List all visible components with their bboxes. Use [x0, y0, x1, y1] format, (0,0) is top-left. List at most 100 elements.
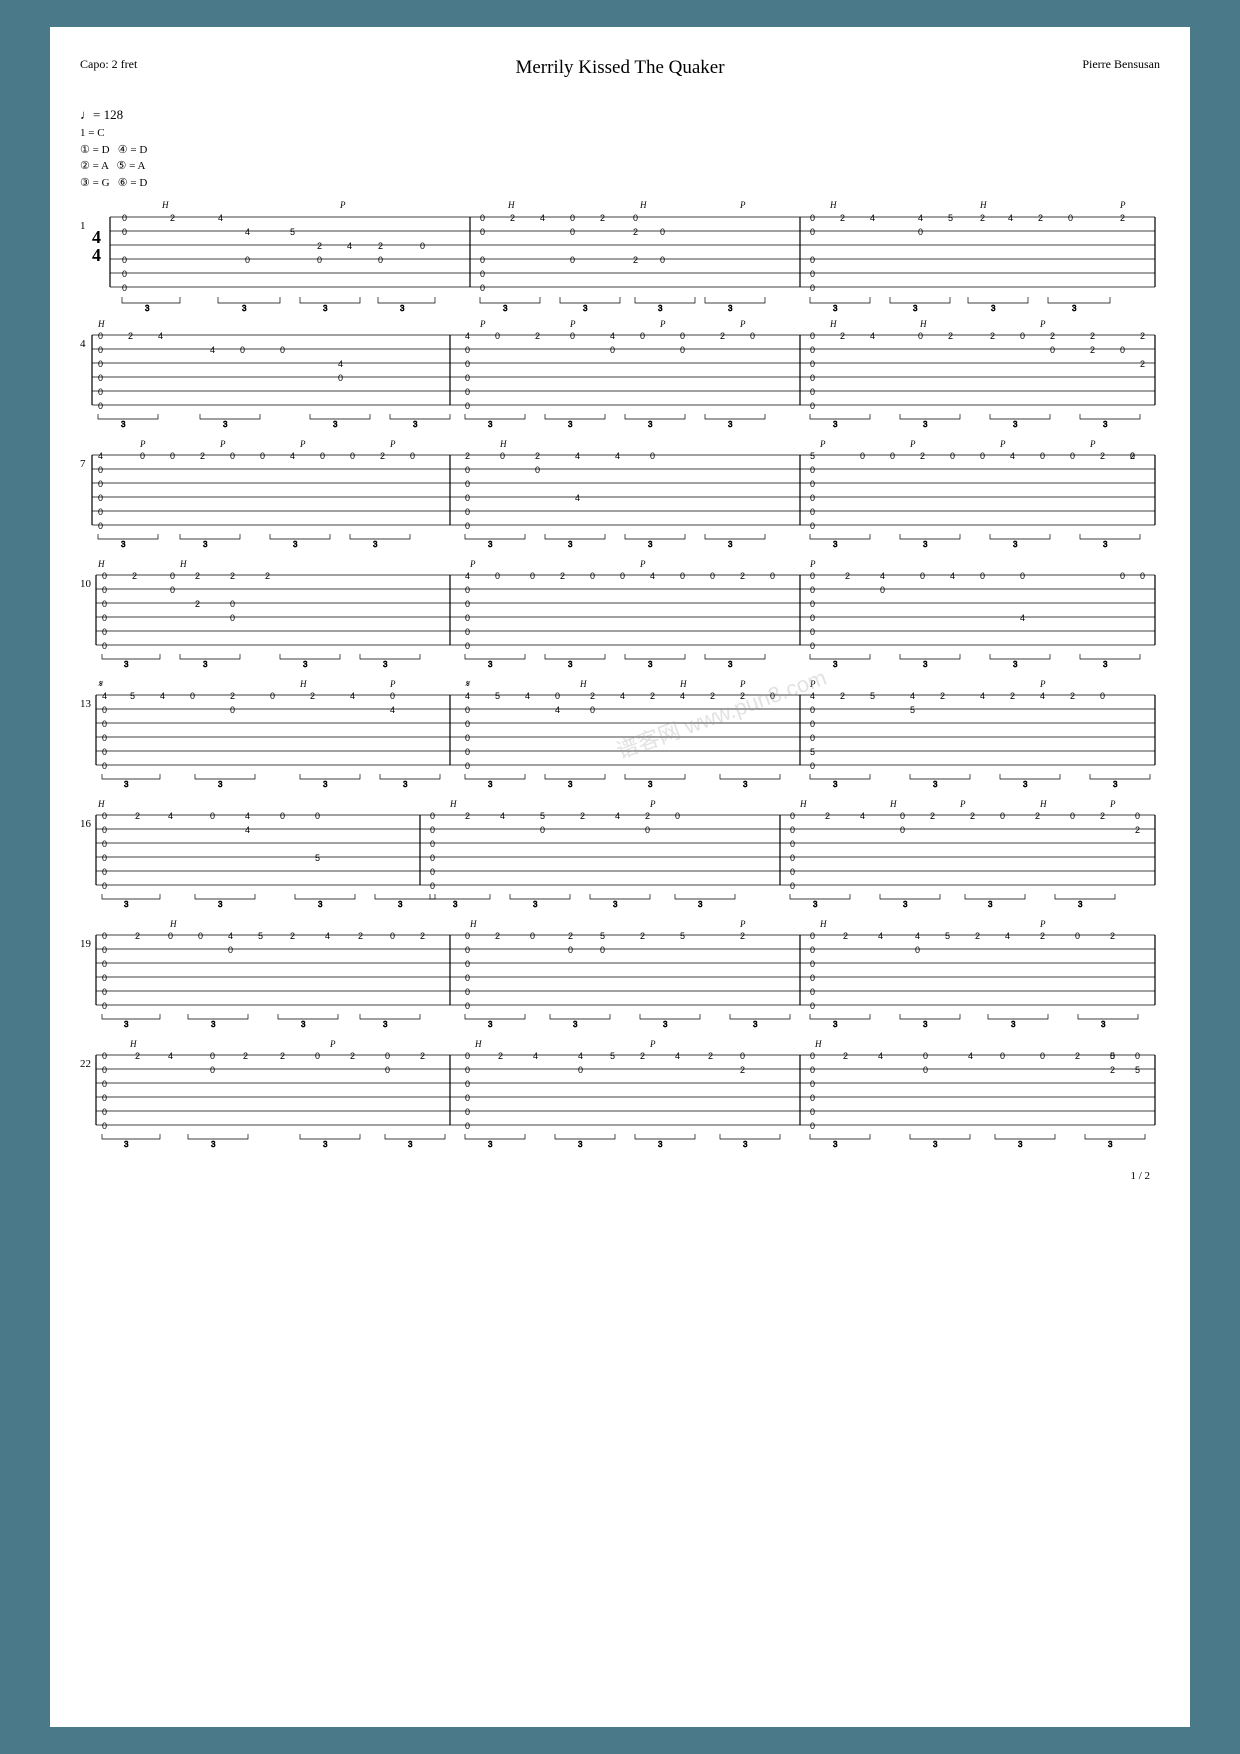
- svg-text:0: 0: [710, 571, 715, 581]
- svg-text:0: 0: [810, 931, 815, 941]
- svg-text:0: 0: [980, 451, 985, 461]
- svg-text:4: 4: [245, 825, 250, 835]
- svg-text:0: 0: [465, 521, 470, 531]
- svg-text:3: 3: [488, 420, 493, 429]
- svg-text:0: 0: [102, 1065, 107, 1075]
- svg-text:P: P: [299, 439, 306, 449]
- svg-text:0: 0: [1050, 345, 1055, 355]
- svg-text:3: 3: [833, 1140, 838, 1149]
- svg-text:0: 0: [102, 1001, 107, 1011]
- svg-text:0: 0: [480, 255, 485, 265]
- svg-text:0: 0: [170, 571, 175, 581]
- svg-text:0: 0: [675, 811, 680, 821]
- svg-text:4: 4: [610, 331, 615, 341]
- svg-text:0: 0: [1040, 451, 1045, 461]
- svg-text:P: P: [219, 439, 226, 449]
- svg-text:2: 2: [230, 571, 235, 581]
- svg-text:5: 5: [910, 705, 915, 715]
- svg-text:3: 3: [833, 1020, 838, 1029]
- svg-text:3: 3: [413, 420, 418, 429]
- svg-text:3: 3: [1103, 660, 1108, 669]
- svg-text:4: 4: [210, 345, 215, 355]
- svg-text:3: 3: [1013, 420, 1018, 429]
- svg-text:2: 2: [740, 1065, 745, 1075]
- svg-text:2: 2: [498, 1051, 503, 1061]
- svg-text:2: 2: [990, 331, 995, 341]
- svg-text:0: 0: [810, 705, 815, 715]
- svg-text:P: P: [339, 200, 346, 210]
- svg-text:4: 4: [680, 691, 685, 701]
- svg-text:P: P: [739, 319, 746, 329]
- svg-text:3: 3: [124, 1140, 129, 1149]
- svg-text:0: 0: [750, 331, 755, 341]
- svg-text:3: 3: [833, 780, 838, 789]
- svg-text:4: 4: [325, 931, 330, 941]
- svg-text:2: 2: [825, 811, 830, 821]
- svg-text:4: 4: [245, 227, 250, 237]
- svg-text:P: P: [139, 439, 146, 449]
- svg-text:7: 7: [80, 458, 86, 470]
- svg-text:2: 2: [465, 811, 470, 821]
- svg-text:3: 3: [698, 900, 703, 909]
- svg-text:3: 3: [488, 1020, 493, 1029]
- svg-text:4: 4: [160, 691, 165, 701]
- svg-text:0: 0: [102, 705, 107, 715]
- svg-text:0: 0: [555, 691, 560, 701]
- svg-text:3: 3: [728, 540, 733, 549]
- svg-text:0: 0: [570, 227, 575, 237]
- svg-text:0: 0: [535, 465, 540, 475]
- svg-text:4: 4: [465, 571, 470, 581]
- svg-text:3: 3: [568, 420, 573, 429]
- svg-text:0: 0: [680, 571, 685, 581]
- svg-text:2: 2: [710, 691, 715, 701]
- svg-text:H: H: [299, 679, 307, 689]
- svg-text:0: 0: [102, 881, 107, 891]
- svg-text:3: 3: [578, 1140, 583, 1149]
- svg-text:2: 2: [600, 213, 605, 223]
- svg-text:0: 0: [790, 811, 795, 821]
- svg-text:2: 2: [1110, 1065, 1115, 1075]
- svg-text:0: 0: [465, 507, 470, 517]
- svg-text:3: 3: [1103, 540, 1108, 549]
- svg-text:3: 3: [303, 660, 308, 669]
- svg-text:3: 3: [568, 780, 573, 789]
- svg-text:0: 0: [280, 345, 285, 355]
- svg-text:0: 0: [102, 1051, 107, 1061]
- svg-text:4: 4: [860, 811, 865, 821]
- tablature-svg: 1 4 4: [80, 199, 1160, 1727]
- svg-text:0: 0: [578, 1065, 583, 1075]
- svg-text:4: 4: [1040, 691, 1045, 701]
- svg-text:2: 2: [1100, 451, 1105, 461]
- svg-text:3: 3: [728, 420, 733, 429]
- svg-text:0: 0: [1075, 931, 1080, 941]
- svg-text:0: 0: [480, 213, 485, 223]
- svg-text:0: 0: [102, 747, 107, 757]
- svg-text:0: 0: [315, 811, 320, 821]
- svg-text:0: 0: [650, 451, 655, 461]
- svg-text:3: 3: [218, 900, 223, 909]
- svg-text:0: 0: [918, 331, 923, 341]
- svg-text:P: P: [1039, 679, 1046, 689]
- svg-text:0: 0: [465, 493, 470, 503]
- svg-text:0: 0: [430, 867, 435, 877]
- svg-text:0: 0: [98, 401, 103, 411]
- svg-text:P: P: [1039, 319, 1046, 329]
- svg-text:3: 3: [373, 540, 378, 549]
- svg-text:3: 3: [318, 900, 323, 909]
- svg-text:0: 0: [740, 1051, 745, 1061]
- svg-text:5: 5: [315, 853, 320, 863]
- svg-text:0: 0: [530, 571, 535, 581]
- svg-text:0: 0: [1040, 1051, 1045, 1061]
- svg-text:0: 0: [102, 1107, 107, 1117]
- svg-text:0: 0: [465, 585, 470, 595]
- svg-text:3: 3: [833, 660, 838, 669]
- svg-text:0: 0: [98, 465, 103, 475]
- svg-text:0: 0: [230, 599, 235, 609]
- svg-text:0: 0: [102, 1093, 107, 1103]
- svg-text:0: 0: [1000, 811, 1005, 821]
- svg-text:0: 0: [102, 599, 107, 609]
- svg-text:2: 2: [568, 931, 573, 941]
- svg-text:0: 0: [140, 451, 145, 461]
- svg-text:0: 0: [480, 283, 485, 293]
- svg-text:0: 0: [465, 733, 470, 743]
